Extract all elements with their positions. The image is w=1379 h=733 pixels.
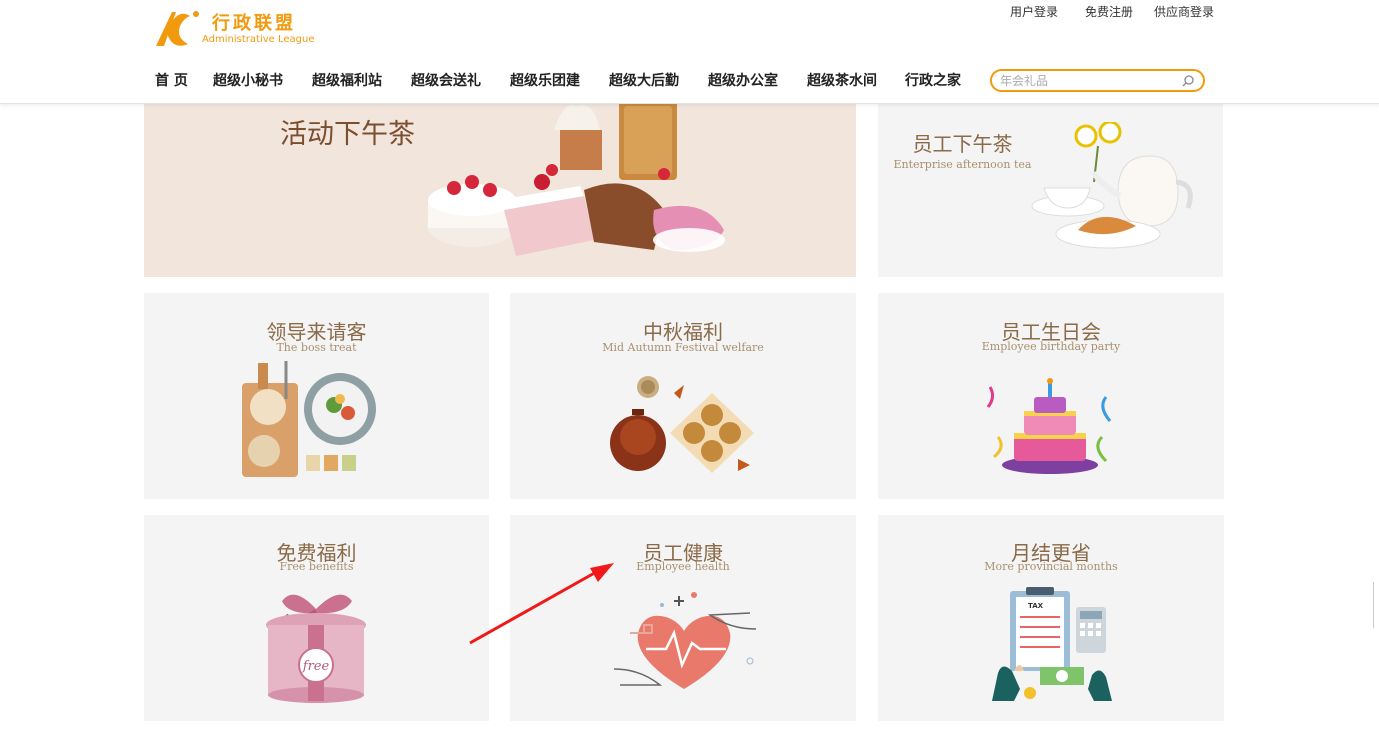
- banner-afternoon-tea[interactable]: 活动下午茶: [144, 100, 856, 277]
- card-subtitle: Employee health: [636, 560, 730, 573]
- food-platter-icon: [242, 361, 376, 477]
- card-boss-treat[interactable]: 领导来请客 The boss treat: [144, 293, 489, 499]
- tax-calculator-icon: TAX: [992, 587, 1112, 701]
- card-monthly-settlement[interactable]: 月结更省 More provincial months TAX: [878, 515, 1224, 721]
- card-employee-health[interactable]: 员工健康 Employee health: [510, 515, 856, 721]
- banner-title: 活动下午茶: [280, 119, 415, 150]
- card-free-benefits[interactable]: 免费福利 Free benefits free: [144, 515, 489, 721]
- nav-gifts[interactable]: 超级会送礼: [411, 70, 481, 90]
- logo-subtext: Administrative League: [202, 34, 315, 45]
- logo-mark-icon: [156, 11, 199, 46]
- nav-home[interactable]: 首 页: [155, 70, 188, 90]
- teapot-icon: [1031, 122, 1193, 249]
- login-link[interactable]: 用户登录: [1010, 3, 1058, 20]
- site-header: 行政联盟 Administrative League 用户登录 免费注册 供应商…: [0, 0, 1379, 104]
- card-subtitle: The boss treat: [276, 341, 357, 354]
- tax-label: TAX: [1028, 602, 1044, 610]
- nav-admin-home[interactable]: 行政之家: [905, 70, 961, 90]
- birthday-cake-icon: [986, 378, 1112, 474]
- search-input[interactable]: [1000, 73, 1180, 89]
- scrollbar-handle[interactable]: [1373, 582, 1379, 628]
- free-badge: free: [302, 659, 330, 674]
- supplier-login-link[interactable]: 供应商登录: [1154, 3, 1214, 20]
- search-icon[interactable]: [1181, 74, 1195, 88]
- search-box: [990, 69, 1205, 92]
- card-subtitle: Employee birthday party: [981, 340, 1121, 353]
- nav-secretary[interactable]: 超级小秘书: [213, 70, 283, 90]
- nav-pantry[interactable]: 超级茶水间: [807, 70, 877, 90]
- desserts-icon: [427, 100, 725, 256]
- card-birthday[interactable]: 员工生日会 Employee birthday party: [878, 293, 1224, 499]
- card-afternoon-tea[interactable]: 员工下午茶 Enterprise afternoon tea: [878, 100, 1223, 277]
- nav-logistics[interactable]: 超级大后勤: [609, 70, 679, 90]
- nav-office[interactable]: 超级办公室: [708, 70, 778, 90]
- heart-health-icon: [613, 592, 757, 689]
- card-mid-autumn[interactable]: 中秋福利 Mid Autumn Festival welfare: [510, 293, 856, 499]
- register-link[interactable]: 免费注册: [1085, 3, 1133, 20]
- nav-team-building[interactable]: 超级乐团建: [510, 70, 580, 90]
- logo-text: 行政联盟: [212, 13, 296, 34]
- mooncake-icon: [610, 376, 754, 473]
- card-subtitle: Mid Autumn Festival welfare: [602, 341, 764, 354]
- gift-box-icon: free: [266, 594, 366, 703]
- site-logo[interactable]: 行政联盟 Administrative League: [154, 6, 324, 50]
- card-subtitle: Free benefits: [279, 560, 354, 573]
- card-subtitle: More provincial months: [984, 560, 1118, 573]
- nav-welfare[interactable]: 超级福利站: [312, 70, 382, 90]
